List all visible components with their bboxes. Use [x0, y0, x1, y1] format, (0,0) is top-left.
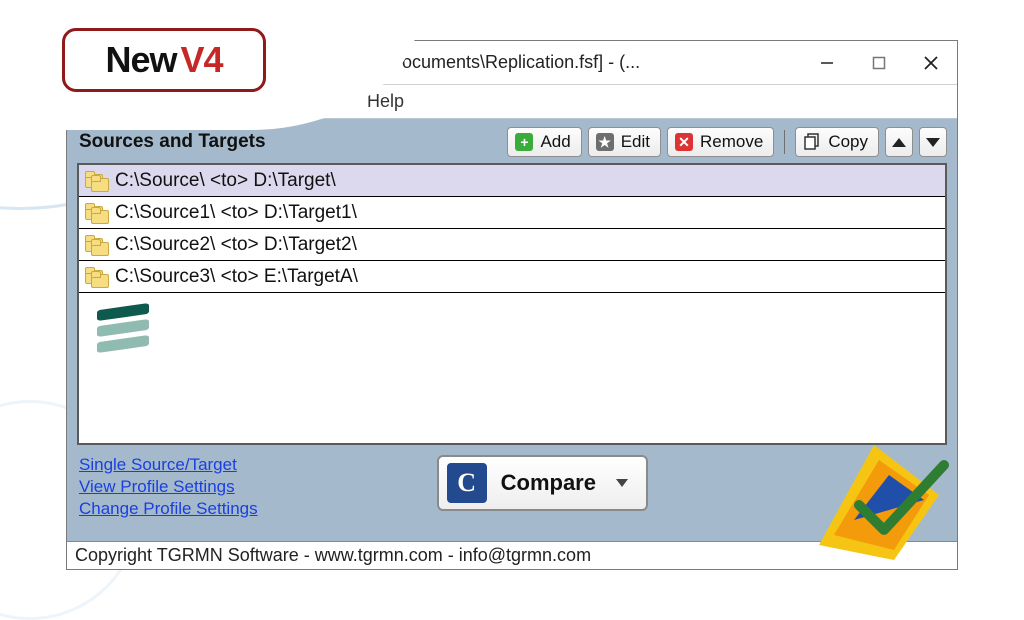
move-up-button[interactable] — [885, 127, 913, 157]
link-single-source-target[interactable]: Single Source/Target — [79, 455, 258, 475]
remove-button[interactable]: ✕ Remove — [667, 127, 774, 157]
chevron-up-icon — [892, 138, 906, 147]
close-button[interactable] — [905, 41, 957, 84]
copy-label: Copy — [828, 132, 868, 152]
list-item[interactable]: C:\Source2\ <to> D:\Target2\ — [79, 229, 945, 261]
section-title: Sources and Targets — [77, 131, 501, 153]
sources-targets-list[interactable]: C:\Source\ <to> D:\Target\ C:\Source1\ <t… — [77, 163, 947, 445]
list-item[interactable]: C:\Source\ <to> D:\Target\ — [79, 165, 945, 197]
list-item[interactable]: C:\Source3\ <to> E:\TargetA\ — [79, 261, 945, 293]
list-item-text: C:\Source3\ <to> E:\TargetA\ — [115, 266, 358, 288]
list-item-text: C:\Source1\ <to> D:\Target1\ — [115, 202, 357, 224]
plus-icon: + — [514, 132, 534, 152]
separator — [784, 130, 785, 154]
minimize-button[interactable] — [801, 41, 853, 84]
edit-button[interactable]: ★ Edit — [588, 127, 661, 157]
menu-help[interactable]: Help — [367, 91, 404, 112]
status-text: Copyright TGRMN Software - www.tgrmn.com… — [75, 545, 591, 566]
compare-label: Compare — [501, 470, 596, 496]
copy-icon — [802, 132, 822, 152]
star-icon: ★ — [595, 132, 615, 152]
status-bar: Copyright TGRMN Software - www.tgrmn.com… — [67, 541, 957, 569]
list-empty-area — [79, 293, 945, 443]
add-button[interactable]: + Add — [507, 127, 581, 157]
list-item[interactable]: C:\Source1\ <to> D:\Target1\ — [79, 197, 945, 229]
folder-pair-icon — [85, 267, 109, 287]
maximize-button[interactable] — [853, 41, 905, 84]
edit-label: Edit — [621, 132, 650, 152]
folder-pair-icon — [85, 235, 109, 255]
link-view-profile-settings[interactable]: View Profile Settings — [79, 477, 258, 497]
copy-button[interactable]: Copy — [795, 127, 879, 157]
add-label: Add — [540, 132, 570, 152]
content-area: Sources and Targets + Add ★ Edit ✕ Remov… — [67, 119, 957, 541]
compare-button[interactable]: C Compare — [437, 455, 648, 511]
chevron-down-icon — [926, 138, 940, 147]
x-icon: ✕ — [674, 132, 694, 152]
link-change-profile-settings[interactable]: Change Profile Settings — [79, 499, 258, 519]
dropdown-caret-icon — [616, 479, 628, 487]
bottom-row: Single Source/Target View Profile Settin… — [77, 455, 947, 535]
profile-links: Single Source/Target View Profile Settin… — [77, 455, 258, 519]
layers-icon — [93, 303, 153, 357]
toolbar: Sources and Targets + Add ★ Edit ✕ Remov… — [77, 127, 947, 157]
window-controls — [801, 41, 957, 84]
folder-pair-icon — [85, 171, 109, 191]
compare-logo-icon: C — [447, 463, 487, 503]
folder-pair-icon — [85, 203, 109, 223]
remove-label: Remove — [700, 132, 763, 152]
list-item-text: C:\Source2\ <to> D:\Target2\ — [115, 234, 357, 256]
list-item-text: C:\Source\ <to> D:\Target\ — [115, 170, 336, 192]
move-down-button[interactable] — [919, 127, 947, 157]
new-v4-badge: NewV4 — [62, 28, 266, 92]
